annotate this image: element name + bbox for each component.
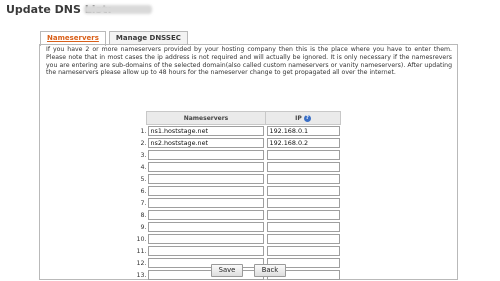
table-row: 7.	[147, 197, 341, 209]
row-number: 10.	[137, 234, 147, 245]
table-row: 10.	[147, 233, 341, 245]
nameserver-input[interactable]	[148, 270, 264, 280]
row-number: 3.	[137, 150, 147, 161]
table-row: 13.	[147, 269, 341, 281]
row-number: 8.	[137, 210, 147, 221]
row-number: 12.	[137, 258, 147, 269]
table-row: 3.	[147, 149, 341, 161]
ip-input[interactable]: 192.168.0.2	[267, 138, 340, 148]
nameserver-table: Nameservers IP? 1.ns1.hoststage.net192.1…	[146, 111, 341, 281]
row-number: 6.	[137, 186, 147, 197]
table-row: 6.	[147, 185, 341, 197]
row-number: 7.	[137, 198, 147, 209]
save-button[interactable]: Save	[211, 264, 243, 277]
nameserver-input[interactable]	[148, 198, 264, 208]
column-header-ip-label: IP	[295, 115, 302, 122]
nameserver-input[interactable]	[148, 246, 264, 256]
ip-input[interactable]	[267, 198, 340, 208]
row-number: 5.	[137, 174, 147, 185]
table-row: 1.ns1.hoststage.net192.168.0.1	[147, 125, 341, 138]
nameserver-input[interactable]	[148, 162, 264, 172]
row-number: 11.	[137, 246, 147, 257]
row-number: 2.	[137, 138, 147, 149]
question-icon[interactable]: ?	[304, 115, 311, 122]
nameserver-input[interactable]	[148, 174, 264, 184]
domain-name-redacted	[84, 5, 152, 14]
nameserver-input[interactable]	[148, 210, 264, 220]
tab-bar: Nameservers Manage DNSSEC	[40, 31, 191, 45]
ip-input[interactable]	[267, 210, 340, 220]
table-row: 11.	[147, 245, 341, 257]
column-header-ip: IP?	[266, 112, 341, 125]
row-number: 1.	[137, 126, 147, 137]
ip-input[interactable]	[267, 186, 340, 196]
nameserver-input[interactable]	[148, 234, 264, 244]
nameserver-input[interactable]	[148, 186, 264, 196]
column-header-nameservers: Nameservers	[147, 112, 266, 125]
nameserver-input[interactable]	[148, 222, 264, 232]
table-row: 4.	[147, 161, 341, 173]
ip-input[interactable]	[267, 234, 340, 244]
tab-manage-dnssec[interactable]: Manage DNSSEC	[109, 31, 188, 45]
ip-input[interactable]	[267, 162, 340, 172]
nameserver-input[interactable]: ns2.hoststage.net	[148, 138, 264, 148]
ip-input[interactable]	[267, 174, 340, 184]
ip-input[interactable]	[267, 246, 340, 256]
table-row: 9.	[147, 221, 341, 233]
row-number: 13.	[137, 270, 147, 281]
info-text: If you have 2 or more nameservers provid…	[46, 46, 452, 77]
nameserver-input[interactable]: ns1.hoststage.net	[148, 126, 264, 136]
ip-input[interactable]	[267, 150, 340, 160]
row-number: 9.	[137, 222, 147, 233]
nameserver-input[interactable]	[148, 258, 264, 268]
table-row: 8.	[147, 209, 341, 221]
table-row: 5.	[147, 173, 341, 185]
ip-input[interactable]	[267, 222, 340, 232]
table-row: 12.	[147, 257, 341, 269]
row-number: 4.	[137, 162, 147, 173]
ip-input[interactable]: 192.168.0.1	[267, 126, 340, 136]
nameserver-rows: 1.ns1.hoststage.net192.168.0.12.ns2.host…	[147, 125, 341, 281]
nameserver-input[interactable]	[148, 150, 264, 160]
table-row: 2.ns2.hoststage.net192.168.0.2	[147, 137, 341, 149]
back-button[interactable]: Back	[254, 264, 286, 277]
